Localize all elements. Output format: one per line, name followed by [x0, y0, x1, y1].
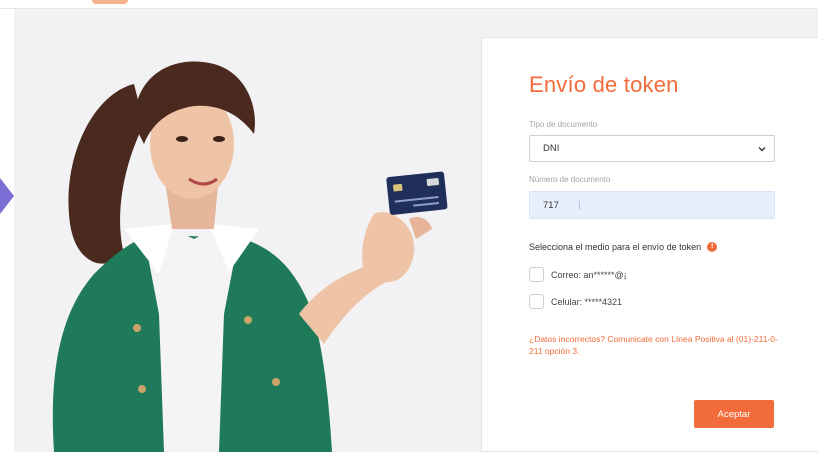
slider-prev-arrow-icon[interactable] [0, 176, 14, 216]
left-strip [0, 9, 14, 452]
doc-number-label: Número de documento [529, 175, 611, 184]
token-method-question-text: Selecciona el medio para el envío de tok… [529, 242, 702, 252]
doc-number-input[interactable]: 717 [529, 191, 775, 219]
doc-type-value: DNI [543, 143, 560, 154]
page: Envío de token Tipo de documento DNI Núm… [0, 0, 818, 452]
form-title: Envío de token [529, 72, 679, 97]
incorrect-data-notice: ¿Datos incorrectos? Comunicate con Línea… [529, 334, 778, 356]
option-phone-label: Celular: *****4321 [551, 296, 623, 307]
chevron-down-icon [758, 147, 766, 152]
doc-type-select[interactable]: DNI [529, 135, 775, 162]
token-form-panel: Envío de token Tipo de documento DNI Núm… [481, 37, 818, 452]
accept-button[interactable]: Aceptar [694, 400, 774, 428]
info-icon[interactable]: ! [707, 242, 718, 252]
hero-woman-with-card-image [14, 14, 474, 452]
option-email[interactable]: Correo: an******@¡ [529, 267, 627, 282]
email-checkbox[interactable] [529, 267, 544, 282]
doc-type-label: Tipo de documento [529, 120, 598, 129]
top-header [0, 0, 818, 9]
token-method-question: Selecciona el medio para el envío de tok… [529, 242, 718, 252]
phone-checkbox[interactable] [529, 294, 544, 309]
option-email-label: Correo: an******@¡ [551, 269, 627, 280]
logo[interactable] [92, 0, 128, 4]
option-phone[interactable]: Celular: *****4321 [529, 294, 622, 309]
text-caret [578, 200, 580, 210]
doc-number-value: 717 [543, 199, 559, 211]
